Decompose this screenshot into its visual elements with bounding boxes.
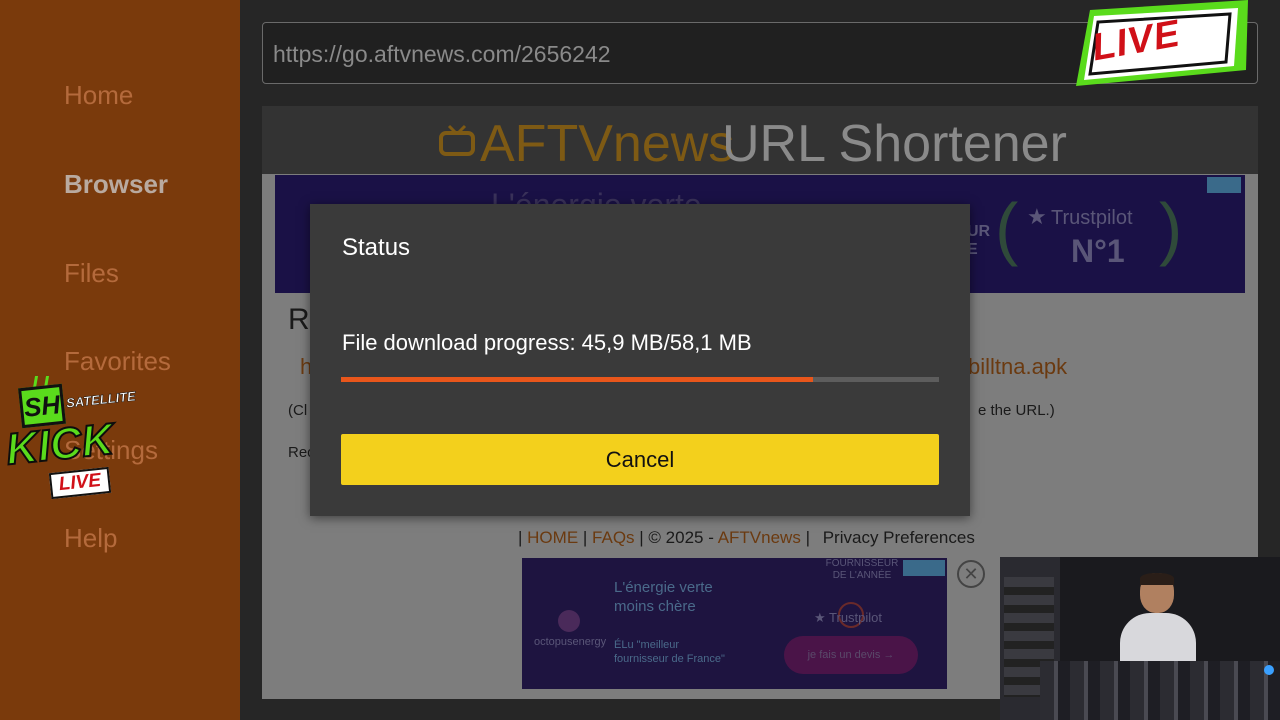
- ad2-headline: L'énergie verte moins chère: [614, 578, 713, 616]
- footer-brand-link[interactable]: AFTVnews: [718, 528, 801, 547]
- ad2-cta-button[interactable]: je fais un devis →: [784, 636, 918, 674]
- laurel-left-icon: (: [995, 189, 1019, 267]
- octopus-logo: octopusenergy: [534, 610, 607, 648]
- download-progress-fill: [341, 377, 814, 382]
- footer-sep: |: [805, 528, 810, 547]
- ad-choices-icon[interactable]: [903, 560, 945, 576]
- sidebar-item-browser[interactable]: Browser: [64, 169, 168, 200]
- laurel-right-icon: ): [1159, 189, 1183, 267]
- dialog-title: Status: [342, 234, 411, 261]
- ad2-subtext: ÉLu "meilleur fournisseur de France": [614, 638, 725, 666]
- webcam-desk: [1040, 661, 1280, 720]
- sidebar-item-help[interactable]: Help: [64, 523, 117, 554]
- webcam-person-hair: [1140, 573, 1174, 585]
- octopus-logo-text: octopusenergy: [534, 636, 607, 648]
- ad2-award-line2: DE L'ANNÉE: [832, 570, 892, 581]
- app-root: Home Browser Files Favorites Settings He…: [0, 0, 1280, 720]
- webcam-person: [1118, 573, 1198, 683]
- trustpilot-label: Trustpilot: [1051, 207, 1133, 229]
- kick-word: KICK: [3, 414, 117, 476]
- footer-privacy-link[interactable]: Privacy Preferences: [823, 528, 975, 547]
- octopus-icon: [558, 610, 580, 632]
- ad2-trustpilot-label: Trustpilot: [829, 610, 883, 625]
- download-progress-bar: [341, 377, 939, 382]
- kick-satellite-text: SATELLITE: [65, 388, 137, 411]
- site-title: URL Shortener: [722, 115, 1067, 173]
- site-brand: AFTVnews: [480, 115, 735, 173]
- footer-home-link[interactable]: HOME: [527, 528, 578, 547]
- tv-icon: [439, 124, 475, 156]
- live-badge: LIVE: [1070, 0, 1254, 96]
- ad2-headline-line2: moins chère: [614, 598, 696, 615]
- ad-banner-bottom[interactable]: octopusenergy L'énergie verte moins chèr…: [522, 558, 947, 689]
- site-header: AFTVnews URL Shortener: [262, 106, 1258, 174]
- status-light-icon: [1264, 665, 1274, 675]
- ad2-award: FOURNISSEUR DE L'ANNÉE: [822, 558, 902, 582]
- site-footer: | HOME | FAQs | © 2025 - AFTVnews | Priv…: [518, 528, 975, 548]
- cancel-button[interactable]: Cancel: [341, 434, 939, 485]
- ad2-sub-line2: fournisseur de France": [614, 653, 725, 665]
- status-dialog: Status File download progress: 45,9 MB/5…: [310, 204, 970, 516]
- sidebar-item-files[interactable]: Files: [64, 258, 119, 289]
- footer-sep: |: [582, 528, 588, 547]
- trustpilot-block: ( ) ★ Trustpilot N°1: [995, 191, 1185, 281]
- content-note-fragment: (Cl: [288, 402, 308, 419]
- kick-logo: SH SATELLITE KICK LIVE: [0, 372, 137, 504]
- ad2-headline-line1: L'énergie verte: [614, 579, 713, 596]
- footer-sep: |: [518, 528, 523, 547]
- ad2-sub-line1: ÉLu "meilleur: [614, 639, 680, 651]
- ad2-award-line1: FOURNISSEUR: [825, 558, 899, 569]
- content-heading-fragment: R: [288, 303, 310, 336]
- ad2-trustpilot: ★ Trustpilot: [814, 610, 883, 625]
- rank-label: N°1: [1071, 233, 1125, 269]
- apk-link[interactable]: billtna.apk: [968, 354, 1067, 380]
- ad-choices-icon[interactable]: [1207, 177, 1241, 193]
- ad-ur-text: UR E: [967, 223, 991, 258]
- content-url-note: e the URL.): [978, 402, 1055, 419]
- download-progress-text: File download progress: 45,9 MB/58,1 MB: [342, 330, 752, 355]
- kick-live-tag: LIVE: [48, 466, 112, 500]
- sidebar: Home Browser Files Favorites Settings He…: [0, 0, 240, 720]
- url-text: https://go.aftvnews.com/2656242: [273, 41, 611, 67]
- sidebar-item-home[interactable]: Home: [64, 80, 133, 111]
- footer-faqs-link[interactable]: FAQs: [592, 528, 635, 547]
- star-icon: ★: [1027, 204, 1047, 229]
- ad-close-icon[interactable]: ✕: [957, 560, 985, 588]
- footer-copyright: | © 2025 -: [639, 528, 714, 547]
- webcam-overlay: [1000, 557, 1280, 720]
